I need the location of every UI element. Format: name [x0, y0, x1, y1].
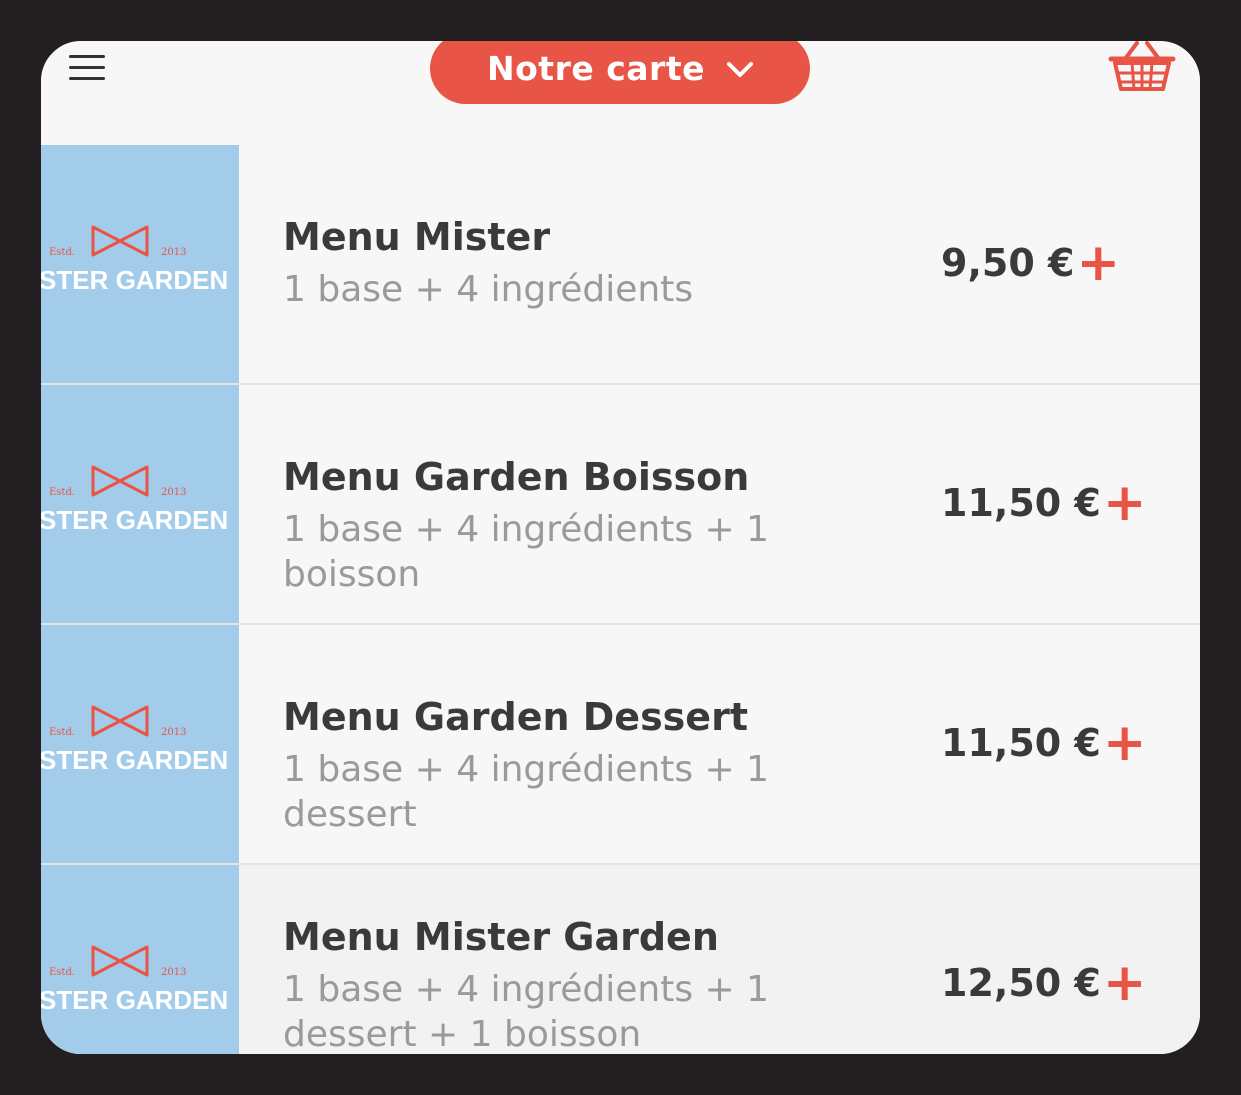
- bowtie-icon: [91, 705, 149, 737]
- logo-estd: Estd.: [49, 727, 76, 738]
- logo-estd: Estd.: [49, 967, 76, 978]
- add-to-cart-plus-icon[interactable]: +: [1103, 477, 1147, 529]
- menu-item[interactable]: Estd. 2013 STER GARDEN Menu Mister Garde…: [41, 865, 1200, 1054]
- chevron-down-icon: [726, 61, 753, 77]
- item-price: 9,50 €: [941, 241, 1075, 285]
- item-thumbnail: Estd. 2013 STER GARDEN: [41, 865, 239, 1054]
- bowtie-icon: [91, 945, 149, 977]
- bowtie-icon: [91, 225, 149, 257]
- logo-name: STER GARDEN: [41, 505, 229, 535]
- item-title: Menu Garden Boisson: [283, 455, 750, 499]
- menu-item[interactable]: Estd. 2013 STER GARDEN Menu Garden Boiss…: [41, 385, 1200, 625]
- hamburger-menu-icon[interactable]: [69, 55, 107, 85]
- add-to-cart-plus-icon[interactable]: +: [1103, 957, 1147, 1009]
- item-price-group: 11,50 € +: [941, 477, 1146, 529]
- logo-estd: Estd.: [49, 487, 76, 498]
- item-description: 1 base + 4 ingrédients: [283, 269, 694, 310]
- logo-year: 2013: [161, 487, 187, 498]
- menu-list: Estd. 2013 STER GARDEN Menu Mister 1 bas…: [41, 145, 1200, 1054]
- menu-selector-label: Notre carte: [487, 49, 705, 88]
- logo-year: 2013: [161, 967, 187, 978]
- item-price-group: 11,50 € +: [941, 717, 1146, 769]
- item-price-group: 9,50 € +: [941, 237, 1120, 289]
- item-title: Menu Mister: [283, 215, 551, 259]
- logo-name: STER GARDEN: [41, 745, 229, 775]
- menu-item[interactable]: Estd. 2013 STER GARDEN Menu Garden Desse…: [41, 625, 1200, 865]
- add-to-cart-plus-icon[interactable]: +: [1103, 717, 1147, 769]
- item-description: 1 base + 4 ingrédients + 1 dessert + 1 b…: [283, 969, 770, 1054]
- item-price-group: 12,50 € +: [941, 957, 1146, 1009]
- item-thumbnail: Estd. 2013 STER GARDEN: [41, 385, 239, 623]
- header: Notre carte: [41, 41, 1200, 145]
- item-thumbnail: Estd. 2013 STER GARDEN: [41, 625, 239, 863]
- add-to-cart-plus-icon[interactable]: +: [1076, 237, 1120, 289]
- item-price: 11,50 €: [941, 721, 1101, 765]
- item-description: 1 base + 4 ingrédients + 1 dessert: [283, 749, 770, 835]
- item-price: 12,50 €: [941, 961, 1101, 1005]
- logo-estd: Estd.: [49, 247, 76, 258]
- item-thumbnail: Estd. 2013 STER GARDEN: [41, 145, 239, 383]
- item-description: 1 base + 4 ingrédients + 1 boisson: [283, 509, 770, 595]
- menu-selector-button[interactable]: Notre carte: [430, 41, 810, 104]
- item-title: Menu Garden Dessert: [283, 695, 748, 739]
- basket-icon[interactable]: [1107, 41, 1177, 93]
- logo-name: STER GARDEN: [41, 265, 229, 295]
- logo-year: 2013: [161, 727, 187, 738]
- menu-item[interactable]: Estd. 2013 STER GARDEN Menu Mister 1 bas…: [41, 145, 1200, 385]
- logo-year: 2013: [161, 247, 187, 258]
- item-title: Menu Mister Garden: [283, 915, 719, 959]
- logo-name: STER GARDEN: [41, 985, 229, 1015]
- app-screen: Notre carte Estd. 2013 STER GARDEN Menu …: [41, 41, 1200, 1054]
- item-price: 11,50 €: [941, 481, 1101, 525]
- bowtie-icon: [91, 465, 149, 497]
